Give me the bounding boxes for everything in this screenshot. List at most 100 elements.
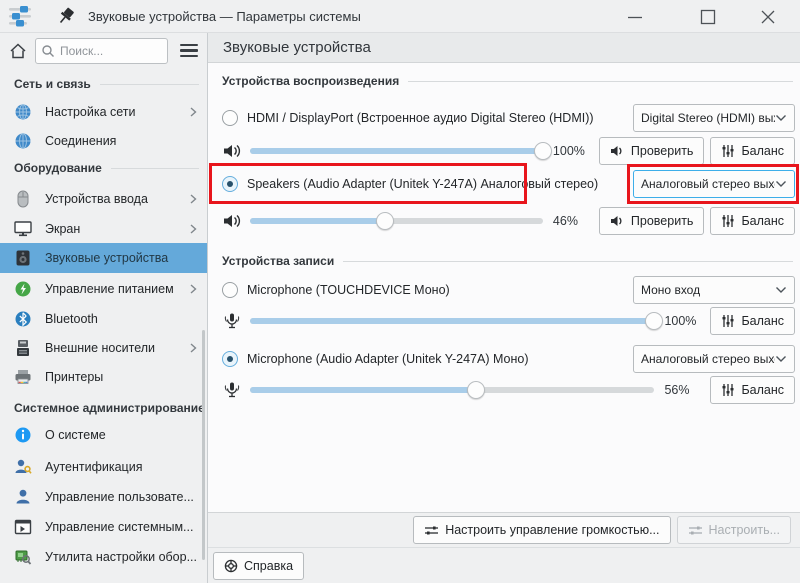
balance-sliders-icon — [721, 314, 735, 328]
system-settings-app-icon — [8, 4, 34, 28]
page-title: Звуковые устройства — [223, 39, 371, 56]
chevron-right-icon — [188, 342, 198, 354]
profile-combo-mic-adapter[interactable]: Аналоговый стерео выход + | — [633, 345, 795, 373]
sidebar-item-bluetooth[interactable]: Bluetooth — [0, 304, 207, 334]
home-icon — [8, 41, 28, 61]
configure-sliders-icon — [688, 524, 703, 537]
chevron-right-icon — [188, 193, 198, 205]
home-button[interactable] — [5, 38, 31, 64]
playback-section-header: Устройства воспроизведения — [222, 72, 793, 90]
minimize-button[interactable] — [618, 0, 652, 33]
window-title: Звуковые устройства — Параметры системы — [88, 9, 361, 24]
sidebar-item-removable-media[interactable]: Внешние носители — [0, 333, 207, 363]
help-button[interactable]: Справка — [213, 552, 304, 580]
device-row-speakers: Speakers (Audio Adapter (Unitek Y-247A) … — [222, 170, 795, 198]
sidebar-item-authentication[interactable]: Аутентификация — [0, 452, 207, 482]
volume-value-mic-touchdevice: 100% — [664, 314, 700, 328]
radio-hdmi[interactable] — [222, 110, 238, 126]
volume-row-speakers: 46% Проверить — [222, 207, 795, 235]
slider-handle[interactable] — [376, 212, 394, 230]
removable-media-icon — [14, 339, 32, 357]
sidebar-item-printers[interactable]: Принтеры — [0, 362, 207, 392]
radio-speakers[interactable] — [222, 176, 238, 192]
configure-volume-button[interactable]: Настроить управление громкостью... — [413, 516, 670, 544]
slider-fill — [250, 218, 385, 224]
profile-combo-mic-touchdevice[interactable]: Моно вход — [633, 276, 795, 304]
balance-sliders-icon — [721, 214, 735, 228]
close-button[interactable] — [751, 0, 785, 33]
volume-row-mic-touchdevice: 100% Баланс — [222, 307, 795, 335]
globe-icon — [14, 132, 32, 150]
menu-button[interactable] — [176, 38, 202, 64]
chevron-right-icon — [188, 283, 198, 295]
info-icon — [14, 426, 32, 444]
radio-mic-touchdevice[interactable] — [222, 282, 238, 298]
auth-user-key-icon — [14, 458, 32, 476]
search-icon — [41, 44, 55, 58]
device-row-hdmi: HDMI / DisplayPort (Встроенное аудио Dig… — [222, 104, 795, 132]
sidebar-item-power[interactable]: Управление питанием — [0, 274, 207, 304]
chevron-down-icon — [775, 114, 787, 122]
configure-button-disabled: Настроить... — [677, 516, 792, 544]
radio-mic-adapter[interactable] — [222, 351, 238, 367]
speaker-icon — [14, 249, 32, 267]
panel-footer: Настроить управление громкостью... Настр… — [208, 512, 800, 547]
balance-button-mic-adapter[interactable]: Баланс — [710, 376, 795, 404]
slider-fill — [250, 387, 476, 393]
speaker-icon — [610, 214, 625, 228]
sidebar-section-network: Сеть и связь — [14, 75, 199, 93]
sidebar-item-network-settings[interactable]: Настройка сети — [0, 97, 207, 127]
volume-row-mic-adapter: 56% Баланс — [222, 376, 795, 404]
sidebar-item-user-management[interactable]: Управление пользовате... — [0, 482, 207, 512]
printer-icon — [14, 368, 32, 386]
volume-slider-mic-touchdevice[interactable] — [250, 307, 654, 335]
volume-slider-speakers[interactable] — [250, 207, 543, 235]
sidebar-item-display[interactable]: Экран — [0, 214, 207, 244]
sidebar-section-hardware: Оборудование — [14, 159, 199, 177]
system-window-icon — [14, 518, 32, 536]
balance-button-mic-touchdevice[interactable]: Баланс — [710, 307, 795, 335]
slider-handle[interactable] — [645, 312, 663, 330]
balance-button-hdmi[interactable]: Баланс — [710, 137, 795, 165]
sidebar-item-hardware-utility[interactable]: Утилита настройки обор... — [0, 542, 207, 572]
hardware-utility-icon — [14, 548, 32, 566]
main-panel: Звуковые устройства Устройства воспроизв… — [207, 33, 800, 583]
volume-slider-hdmi[interactable] — [250, 137, 543, 165]
devices-scroll-area: Устройства воспроизведения HDMI / Displa… — [208, 64, 800, 512]
volume-slider-mic-adapter[interactable] — [250, 376, 654, 404]
device-row-mic-adapter: Microphone (Audio Adapter (Unitek Y-247A… — [222, 345, 795, 373]
chevron-right-icon — [188, 106, 198, 118]
globe-icon — [14, 103, 32, 121]
chevron-down-icon — [775, 286, 787, 294]
slider-handle[interactable] — [467, 381, 485, 399]
sidebar: Сеть и связь Настройка сети Соединения О… — [0, 68, 207, 583]
volume-row-hdmi: 100% Проверить — [222, 137, 795, 165]
maximize-button[interactable] — [691, 0, 725, 33]
help-bar: Справка — [208, 547, 800, 583]
mouse-icon — [14, 190, 32, 208]
slider-handle[interactable] — [534, 142, 552, 160]
sidebar-item-system-services[interactable]: Управление системным... — [0, 512, 207, 542]
microphone-icon — [222, 381, 242, 399]
sidebar-item-connections[interactable]: Соединения — [0, 126, 207, 156]
sidebar-scrollbar[interactable] — [202, 330, 205, 560]
chevron-right-icon — [188, 223, 198, 235]
device-name-mic-touchdevice: Microphone (TOUCHDEVICE Моно) — [247, 283, 450, 297]
slider-fill — [250, 148, 543, 154]
bluetooth-icon — [14, 310, 32, 328]
balance-button-speakers[interactable]: Баланс — [710, 207, 795, 235]
test-button-speakers[interactable]: Проверить — [599, 207, 705, 235]
profile-combo-speakers[interactable]: Аналоговый стерео выход + | — [633, 170, 795, 198]
sidebar-toolbar — [0, 33, 207, 68]
test-button-hdmi[interactable]: Проверить — [599, 137, 705, 165]
pin-icon — [56, 6, 76, 26]
sidebar-item-about-system[interactable]: О системе — [0, 420, 207, 450]
profile-combo-hdmi[interactable]: Digital Stereo (HDMI) выход — [633, 104, 795, 132]
sidebar-item-input-devices[interactable]: Устройства ввода — [0, 184, 207, 214]
sidebar-item-audio[interactable]: Звуковые устройства — [0, 243, 207, 273]
search-field — [35, 38, 168, 64]
system-settings-window: Звуковые устройства — Параметры системы — [0, 0, 800, 583]
page-header: Звуковые устройства — [208, 33, 800, 63]
speaker-volume-icon — [222, 142, 242, 160]
sidebar-section-system-admin: Системное администрирование — [14, 399, 199, 417]
